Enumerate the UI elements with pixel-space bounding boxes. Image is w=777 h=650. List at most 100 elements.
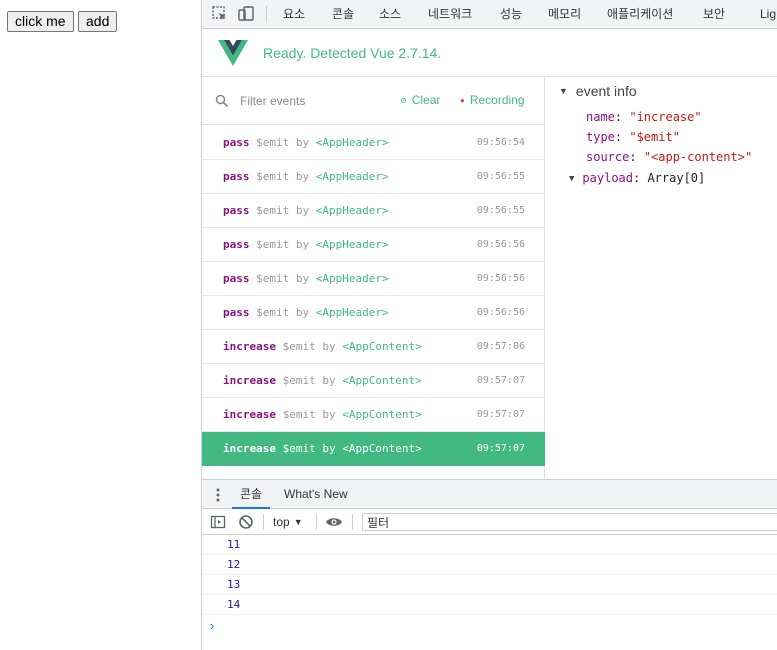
event-name: pass — [223, 306, 250, 319]
console-log-line: 13 — [202, 575, 777, 595]
event-row-selected[interactable]: increase $emit by <AppContent> 09:57:07 — [202, 432, 545, 466]
tab-network[interactable]: 네트워크 — [428, 0, 472, 29]
prop-key: source — [586, 150, 630, 164]
event-info-title: event info — [575, 83, 637, 99]
event-by: by — [295, 238, 310, 251]
prop-value: "<app-content>" — [643, 150, 753, 164]
event-type: $emit — [256, 170, 290, 183]
event-time: 09:56:56 — [476, 239, 525, 250]
console-filter-field — [362, 513, 777, 531]
event-by: by — [295, 170, 310, 183]
event-info-header[interactable]: ▼ event info — [559, 83, 637, 99]
tab-application[interactable]: 애플리케이션 — [607, 0, 673, 29]
click-me-button[interactable]: click me — [7, 11, 74, 32]
event-component: <AppContent> — [342, 374, 422, 387]
event-component: <AppContent> — [342, 408, 422, 421]
event-time: 09:56:55 — [476, 205, 525, 216]
event-component: <AppHeader> — [315, 204, 389, 217]
tab-sources[interactable]: 소스 — [379, 0, 401, 29]
event-component: <AppHeader> — [315, 170, 389, 183]
drawer-tab-whats-new[interactable]: What's New — [284, 480, 348, 509]
console-log-line: 12 — [202, 555, 777, 575]
recording-toggle[interactable]: ● Recording — [460, 93, 525, 107]
console-filter-input[interactable] — [363, 515, 777, 531]
drawer-tab-console[interactable]: 콘솔 — [232, 480, 271, 509]
event-name: increase — [223, 374, 276, 387]
console-toolbar: top ▼ — [202, 509, 777, 535]
inspect-element-icon[interactable] — [211, 5, 229, 23]
console-log-line: 14 — [202, 595, 777, 615]
event-row[interactable]: increase $emit by <AppContent> 09:57:07 — [202, 364, 545, 398]
event-row[interactable]: pass $emit by <AppHeader> 09:56:56 — [202, 296, 545, 330]
toolbar-divider — [316, 514, 317, 530]
filter-events-input[interactable] — [240, 92, 390, 110]
event-by: by — [322, 442, 336, 455]
tab-lighthouse[interactable]: Lig — [760, 0, 776, 29]
screen: click me add 요소 콘솔 소스 네트워크 성능 메모리 애플리케이션… — [0, 0, 777, 650]
sidebar-toggle-icon[interactable] — [210, 514, 226, 535]
record-dot-icon: ● — [460, 96, 465, 105]
live-expression-eye-icon[interactable] — [325, 514, 343, 535]
tab-performance[interactable]: 성능 — [500, 0, 522, 29]
events-list: pass $emit by <AppHeader> 09:56:54 pass $… — [202, 126, 545, 466]
event-time: 09:56:55 — [476, 171, 525, 182]
event-component: <AppHeader> — [315, 272, 389, 285]
event-name: pass — [223, 136, 250, 149]
event-by: by — [295, 204, 310, 217]
tab-elements[interactable]: 요소 — [283, 0, 305, 29]
toolbar-divider — [266, 6, 267, 23]
drawer-tabbar: 콘솔 What's New — [202, 480, 777, 509]
event-time: 09:57:07 — [476, 375, 525, 386]
event-type: $emit — [256, 204, 290, 217]
console-prompt[interactable]: › — [210, 618, 214, 633]
event-by: by — [295, 136, 310, 149]
more-options-icon[interactable] — [215, 487, 221, 508]
device-toolbar-icon[interactable] — [237, 5, 255, 23]
context-selector[interactable]: top ▼ — [273, 515, 303, 529]
context-label: top — [273, 515, 290, 529]
event-component: <AppContent> — [342, 340, 422, 353]
event-time: 09:57:06 — [476, 341, 525, 352]
expand-triangle-icon: ▼ — [559, 86, 568, 96]
event-name: pass — [223, 204, 250, 217]
prop-payload[interactable]: ▼ payload: Array[0] — [569, 171, 705, 185]
event-time: 09:56:56 — [476, 307, 525, 318]
event-time: 09:57:07 — [476, 409, 525, 420]
tab-security[interactable]: 보안 — [703, 0, 725, 29]
search-icon — [215, 94, 229, 113]
toolbar-divider — [263, 514, 264, 530]
event-row[interactable]: pass $emit by <AppHeader> 09:56:56 — [202, 228, 545, 262]
prop-source: source: "<app-content>" — [586, 150, 753, 164]
event-time: 09:56:54 — [476, 137, 525, 148]
prop-value: Array[0] — [647, 171, 706, 185]
event-name: pass — [223, 238, 250, 251]
event-row[interactable]: increase $emit by <AppContent> 09:57:06 — [202, 330, 545, 364]
add-button[interactable]: add — [78, 11, 118, 32]
event-name: increase — [223, 442, 276, 455]
tab-memory[interactable]: 메모리 — [548, 0, 581, 29]
clear-console-icon[interactable] — [238, 514, 254, 535]
event-info-panel: ▼ event info name: "increase" type: "$emi… — [546, 77, 777, 479]
event-row[interactable]: pass $emit by <AppHeader> 09:56:55 — [202, 160, 545, 194]
clear-label: Clear — [411, 93, 441, 107]
clear-button[interactable]: ⊘ Clear — [400, 93, 440, 107]
event-row[interactable]: pass $emit by <AppHeader> 09:56:54 — [202, 126, 545, 160]
event-component: <AppHeader> — [315, 238, 389, 251]
prop-name: name: "increase" — [586, 110, 702, 124]
event-row[interactable]: pass $emit by <AppHeader> 09:56:56 — [202, 262, 545, 296]
tab-console[interactable]: 콘솔 — [332, 0, 354, 29]
event-type: $emit — [256, 272, 290, 285]
event-time: 09:57:07 — [476, 443, 525, 454]
event-by: by — [295, 272, 310, 285]
prop-type: type: "$emit" — [586, 130, 680, 144]
event-type: $emit — [256, 136, 290, 149]
prop-key: type — [586, 130, 615, 144]
console-drawer: 콘솔 What's New top ▼ 필터 11 12 13 14 › — [202, 479, 777, 650]
event-component: <AppContent> — [342, 442, 422, 455]
vue-devtools-header: Ready. Detected Vue 2.7.14. — [202, 29, 777, 77]
event-row[interactable]: increase $emit by <AppContent> 09:57:07 — [202, 398, 545, 432]
event-row[interactable]: pass $emit by <AppHeader> 09:56:55 — [202, 194, 545, 228]
toolbar-divider — [352, 514, 353, 530]
event-time: 09:56:56 — [476, 273, 525, 284]
prop-value: "increase" — [629, 110, 702, 124]
